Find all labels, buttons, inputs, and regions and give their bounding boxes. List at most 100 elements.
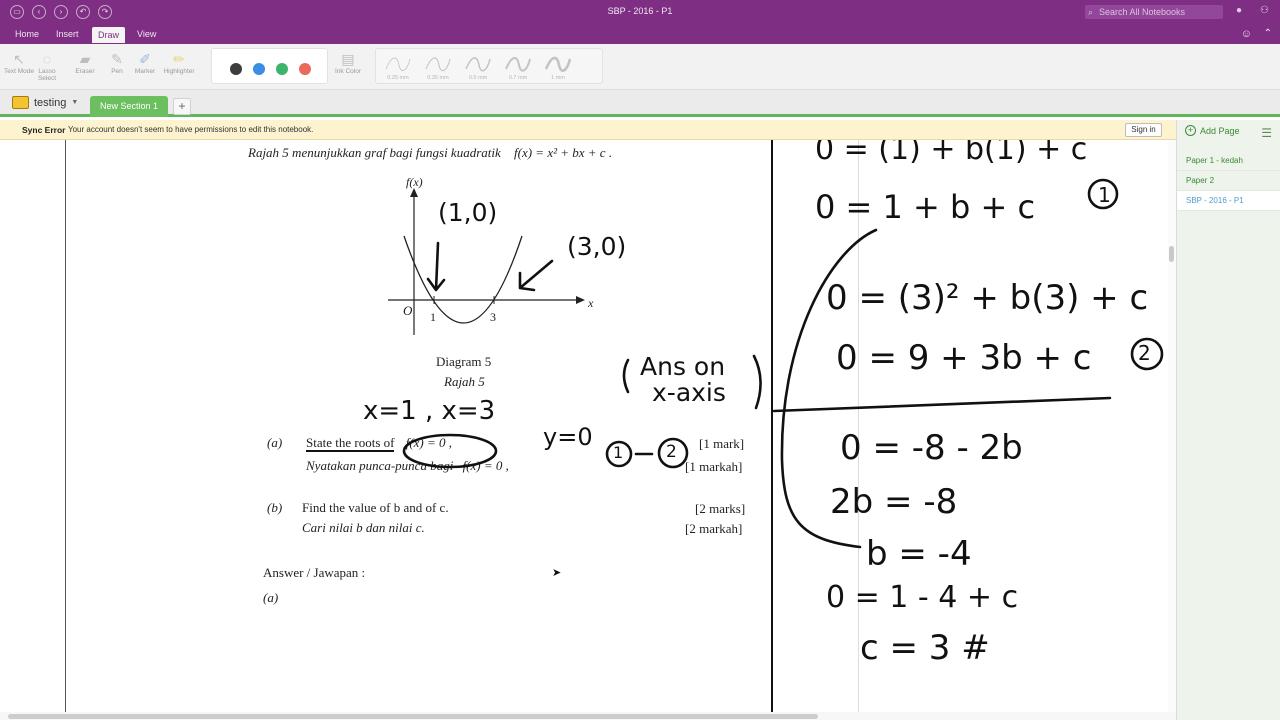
handwritten-eq-7: c = 3 # xyxy=(860,628,990,668)
handwritten-parentheses xyxy=(622,354,762,410)
page-item-selected[interactable]: SBP - 2016 - P1 xyxy=(1177,191,1280,211)
ink-color-button[interactable]: ▤ Ink Color xyxy=(330,50,366,75)
pen-stroke-icon xyxy=(544,56,572,72)
pen-size-option[interactable]: 0.35 mm xyxy=(420,53,456,81)
color-swatch-green[interactable] xyxy=(276,63,288,75)
marker-icon: ✐ xyxy=(139,51,151,67)
handwritten-eq-4: 2b = -8 xyxy=(830,482,958,522)
pen-size-label: 1 mm xyxy=(551,75,565,81)
tab-insert[interactable]: Insert xyxy=(56,29,79,39)
question-a-marks: [1 mark] xyxy=(699,436,745,451)
highlighter-icon: ✏ xyxy=(173,51,185,67)
diagram-caption-malay: Rajah 5 xyxy=(444,374,485,389)
mouse-cursor-icon: ➤ xyxy=(552,567,562,579)
lasso-select-button[interactable]: ◌ Lasso Select xyxy=(30,50,64,82)
horizontal-scroll-thumb[interactable] xyxy=(8,714,818,719)
add-page-label: Add Page xyxy=(1200,125,1240,136)
sync-error-message: Your account doesn't seem to have permis… xyxy=(68,125,314,134)
answer-a-label: (a) xyxy=(263,590,279,605)
plus-icon: + xyxy=(1185,125,1196,136)
pen-size-label: 0.25 mm xyxy=(387,75,409,81)
handwritten-eq-0: 0 = (1) + b(1) + c xyxy=(815,140,1088,167)
graph-tick-3: 3 xyxy=(490,310,496,324)
notebook-picker[interactable]: testing ▼ xyxy=(12,96,78,109)
share-user-icon[interactable]: ⚇ xyxy=(1260,5,1269,16)
highlighter-label: Highlighter xyxy=(163,68,195,75)
marker-label: Marker xyxy=(134,68,156,75)
draw-ribbon: ↖ Text Mode ◌ Lasso Select ▰ Eraser ✎ Pe… xyxy=(0,44,1280,90)
ink-color-icon: ▤ xyxy=(341,51,355,67)
pen-size-option[interactable]: 0.5 mm xyxy=(460,53,496,81)
vertical-scrollbar[interactable] xyxy=(1168,140,1176,712)
question-intro-text: Rajah 5 menunjukkan graf bagi fungsi kua… xyxy=(248,145,501,160)
question-a-label: (a) xyxy=(267,435,283,450)
handwritten-arrows xyxy=(426,241,554,292)
pen-label: Pen xyxy=(111,68,123,75)
section-bar: testing ▼ New Section 1 + xyxy=(0,90,1280,117)
pen-size-label: 0.5 mm xyxy=(468,75,488,81)
tab-home[interactable]: Home xyxy=(15,29,39,39)
graph-x-label: x xyxy=(588,296,594,310)
question-b-english: Find the value of b and of c. xyxy=(302,500,449,515)
marker-button[interactable]: ✐ Marker xyxy=(128,50,162,75)
question-a-text: State the roots of xyxy=(306,435,395,452)
question-intro: Rajah 5 menunjukkan graf bagi fungsi kua… xyxy=(248,145,612,161)
paper-edge-left xyxy=(65,140,66,712)
question-b-marks-malay: [2 markah] xyxy=(685,521,743,536)
handwritten-circled-one: 1 xyxy=(613,443,624,462)
sort-list-icon[interactable]: ☰ xyxy=(1261,126,1272,140)
pen-stroke-icon xyxy=(505,57,531,72)
add-page-button[interactable]: + Add Page xyxy=(1185,125,1240,136)
pen-stroke-icon xyxy=(465,57,491,72)
tab-draw[interactable]: Draw xyxy=(92,27,126,43)
pen-size-gallery: 0.25 mm 0.35 mm 0.5 mm 0.7 mm 1 mm xyxy=(375,48,603,84)
question-b-malay: Cari nilai b dan nilai c. xyxy=(302,520,425,535)
pen-stroke-icon xyxy=(425,57,451,72)
title-bar: ▭ ‹ › ↶ ↷ SBP - 2016 - P1 ⌕ Search All N… xyxy=(0,0,1280,26)
pen-size-option[interactable]: 0.25 mm xyxy=(380,53,416,81)
page-item[interactable]: Paper 1 - kedah xyxy=(1177,151,1280,171)
graph-tick-1: 1 xyxy=(430,310,436,324)
eraser-button[interactable]: ▰ Eraser xyxy=(68,50,102,75)
handwritten-y-equals-0: y=0 xyxy=(543,423,593,451)
handwritten-eq-3: 0 = -8 - 2b xyxy=(840,428,1023,468)
vertical-scroll-thumb[interactable] xyxy=(1169,246,1174,262)
search-placeholder: Search All Notebooks xyxy=(1099,7,1186,17)
color-palette xyxy=(211,48,328,84)
page-item[interactable]: Paper 2 xyxy=(1177,171,1280,191)
lasso-select-label: Lasso Select xyxy=(37,68,57,82)
highlighter-button[interactable]: ✏ Highlighter xyxy=(162,50,196,75)
color-swatch-blue[interactable] xyxy=(253,63,265,75)
feedback-smiley-icon[interactable]: ☺ xyxy=(1241,28,1252,40)
page-list-panel: + Add Page ☰ Paper 1 - kedah Paper 2 SBP… xyxy=(1176,120,1280,720)
question-b-label: (b) xyxy=(267,500,283,515)
answer-heading: Answer / Jawapan : xyxy=(263,565,366,580)
tab-view[interactable]: View xyxy=(137,29,156,39)
collapse-ribbon-icon[interactable]: ⌃ xyxy=(1264,28,1272,39)
pen-stroke-icon xyxy=(385,57,411,72)
lasso-icon: ◌ xyxy=(42,51,52,67)
horizontal-scrollbar[interactable] xyxy=(0,712,1176,720)
pen-size-option[interactable]: 1 mm xyxy=(540,53,576,81)
section-tab[interactable]: New Section 1 xyxy=(90,96,169,117)
notebook-icon xyxy=(12,96,29,109)
eraser-icon: ▰ xyxy=(79,51,91,67)
sync-error-bar: Sync Error Your account doesn't seem to … xyxy=(0,120,1176,140)
bell-icon[interactable]: ● xyxy=(1236,5,1242,16)
menu-bar: Home Insert Draw View ☺ ⌃ xyxy=(0,26,1280,44)
add-section-button[interactable]: + xyxy=(173,98,191,115)
question-intro-formula: f(x) = x² + bx + c . xyxy=(514,145,613,160)
sync-error-label: Sync Error xyxy=(22,125,66,135)
page-canvas[interactable]: Rajah 5 menunjukkan graf bagi fungsi kua… xyxy=(0,140,1168,712)
color-swatch-red[interactable] xyxy=(299,63,311,75)
sign-in-button[interactable]: Sign in xyxy=(1125,123,1162,137)
pen-size-option[interactable]: 0.7 mm xyxy=(500,53,536,81)
search-input[interactable]: ⌕ Search All Notebooks xyxy=(1085,5,1223,19)
handwritten-point-3: (3,0) xyxy=(567,232,627,261)
handwritten-roots: x=1 , x=3 xyxy=(363,396,496,426)
color-swatch-dark[interactable] xyxy=(230,63,242,75)
graph-origin-label: O xyxy=(403,303,413,318)
pen-size-label: 0.7 mm xyxy=(508,75,528,81)
graph-y-label: f(x) xyxy=(406,175,423,189)
chevron-down-icon: ▼ xyxy=(71,99,79,106)
